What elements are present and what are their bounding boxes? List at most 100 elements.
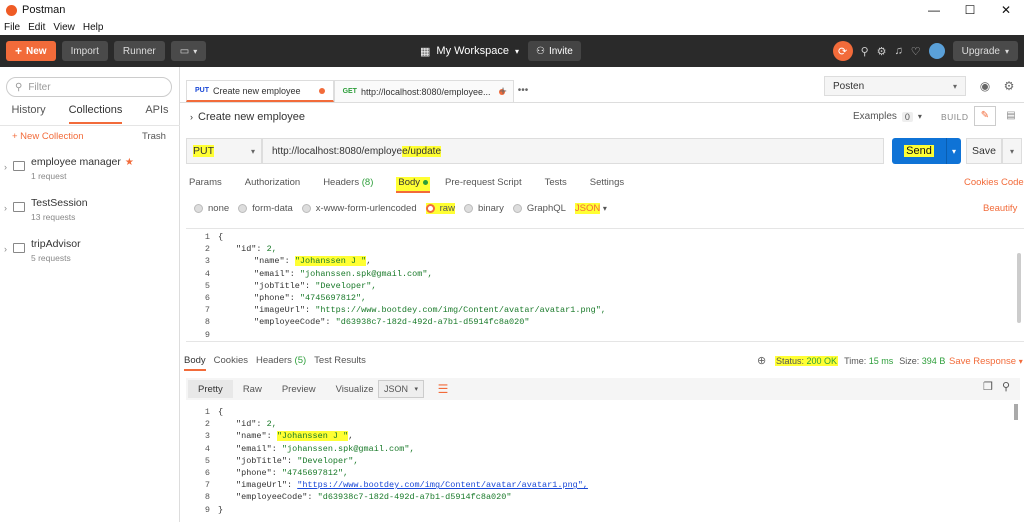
method-value: PUT	[193, 145, 214, 157]
tab-authorization[interactable]: Authorization	[245, 177, 300, 193]
upgrade-button[interactable]: Upgrade ▾	[952, 41, 1018, 61]
settings-icon[interactable]: ⚙	[877, 45, 887, 58]
add-tab-icon[interactable]: +	[493, 80, 513, 102]
beautify-link[interactable]: Beautify	[983, 203, 1017, 214]
search-icon[interactable]: ⚲	[1002, 380, 1010, 393]
headers-count: (8)	[361, 177, 374, 188]
chevron-right-icon[interactable]: ›	[4, 244, 7, 254]
filter-input[interactable]: ⚲ Filter	[6, 77, 172, 97]
environment-select[interactable]: Posten ▾	[824, 76, 966, 96]
tab-headers[interactable]: Headers (8)	[323, 177, 373, 193]
send-options-icon[interactable]: ▾	[946, 138, 961, 164]
radio-icon	[463, 204, 473, 213]
response-format-select[interactable]: JSON ▾	[378, 380, 424, 398]
save-button[interactable]: Save	[966, 138, 1002, 164]
avatar[interactable]	[928, 43, 945, 59]
tab-prerequest-script[interactable]: Pre-request Script	[445, 177, 522, 193]
invite-button[interactable]: ⚇ Invite	[528, 41, 581, 61]
tab-apis[interactable]: APIs	[145, 104, 168, 124]
chevron-right-icon: ›	[190, 112, 193, 122]
more-tabs-icon[interactable]: •••	[513, 80, 533, 102]
tab-params[interactable]: Params	[189, 177, 222, 193]
chevron-right-icon[interactable]: ›	[4, 162, 7, 172]
new-collection-button[interactable]: + New Collection	[12, 131, 84, 142]
code-line: "id": 2,	[236, 244, 277, 255]
globe-icon[interactable]: ⊕	[757, 354, 766, 367]
sync-icon[interactable]: ⟳	[832, 41, 853, 61]
copy-icon[interactable]: ❐	[983, 380, 993, 393]
tab-response-cookies[interactable]: Cookies	[214, 355, 248, 371]
scrollbar[interactable]	[1014, 404, 1018, 420]
tab-body[interactable]: Body	[396, 177, 431, 193]
import-button[interactable]: Import	[61, 41, 108, 61]
line-number: 4	[204, 443, 210, 454]
method-select[interactable]: PUT ▾	[186, 138, 262, 164]
collection-count: 13 requests	[31, 212, 76, 222]
heart-icon[interactable]: ♡	[911, 45, 921, 58]
bell-icon[interactable]: ♫	[895, 45, 903, 57]
view-pretty[interactable]: Pretty	[188, 380, 233, 398]
code-line: {	[218, 232, 224, 242]
new-label: New	[26, 45, 47, 57]
star-icon[interactable]: ★	[125, 157, 134, 168]
request-title[interactable]: › Create new employee	[190, 111, 305, 123]
request-tab-get[interactable]: GET http://localhost:8080/employee...	[333, 80, 514, 102]
save-options-icon[interactable]: ▾	[1002, 138, 1022, 164]
save-response-button[interactable]: Save Response ▾	[949, 356, 1023, 367]
url-input[interactable]: http://localhost:8080/employe e/update	[262, 138, 884, 164]
new-button[interactable]: + New	[6, 41, 56, 61]
gear-icon[interactable]: ⚙	[998, 76, 1020, 96]
tab-collections[interactable]: Collections	[68, 104, 123, 124]
minimize-icon[interactable]: —	[916, 0, 952, 20]
pencil-icon[interactable]: ✎	[974, 106, 996, 126]
radio-form-data[interactable]: form-data	[238, 203, 293, 214]
eye-icon[interactable]: ◉	[974, 76, 996, 96]
view-raw[interactable]: Raw	[233, 380, 272, 398]
menu-help[interactable]: Help	[83, 22, 104, 33]
close-icon[interactable]: ✕	[988, 0, 1024, 20]
radio-none[interactable]: none	[194, 203, 229, 214]
collection-item[interactable]: › tripAdvisor 5 requests	[4, 238, 176, 278]
response-body-viewer[interactable]: 1 {2 "id": 2, 3 "name": "Johanssen J ", 4 "ema…	[186, 404, 1024, 522]
line-number: 3	[204, 431, 210, 442]
radio-raw[interactable]: raw	[425, 203, 455, 214]
code-link[interactable]: Code	[1001, 177, 1024, 188]
radio-graphql[interactable]: GraphQL	[512, 203, 566, 214]
workspace-switcher[interactable]: ▦ My Workspace ▾	[420, 35, 519, 67]
view-visualize[interactable]: Visualize	[326, 380, 384, 398]
chevron-down-icon: ▾	[917, 112, 922, 121]
radio-urlencoded[interactable]: x-www-form-urlencoded	[301, 203, 417, 214]
document-icon[interactable]: ▤	[1002, 106, 1020, 126]
format-select[interactable]: JSON ▾	[574, 203, 607, 214]
tab-tests[interactable]: Tests	[545, 177, 567, 193]
collection-item[interactable]: › employee manager ★ 1 request	[4, 156, 176, 196]
send-button[interactable]: Send	[892, 138, 946, 164]
request-body-editor[interactable]: 1 {2 "id": 2, 3 "name": "Johanssen J ", 4 "ema…	[186, 228, 1024, 342]
examples-dropdown[interactable]: Examples 0 ▾	[853, 111, 922, 122]
runner-button[interactable]: Runner	[113, 41, 165, 61]
scrollbar[interactable]	[1017, 253, 1021, 323]
view-preview[interactable]: Preview	[272, 380, 326, 398]
tab-history[interactable]: History	[11, 104, 45, 124]
satellite-icon[interactable]: ⚲	[861, 45, 869, 58]
chevron-down-icon: ▾	[1004, 46, 1009, 56]
radio-label: form-data	[252, 203, 293, 214]
trash-button[interactable]: Trash	[142, 131, 166, 142]
tab-settings[interactable]: Settings	[590, 177, 624, 193]
json-value: 2,	[266, 244, 277, 255]
build-mode[interactable]: BUILD	[941, 112, 969, 122]
menu-file[interactable]: File	[4, 22, 20, 33]
menu-edit[interactable]: Edit	[28, 22, 45, 33]
tab-test-results[interactable]: Test Results	[314, 355, 366, 371]
new-window-button[interactable]: ▭ ▾	[170, 41, 207, 61]
request-tab-put[interactable]: PUT Create new employee	[186, 80, 334, 102]
radio-binary[interactable]: binary	[463, 203, 504, 214]
wrap-lines-icon[interactable]: ☰	[432, 380, 454, 398]
maximize-icon[interactable]: ☐	[952, 0, 988, 20]
menu-view[interactable]: View	[53, 22, 75, 33]
collection-item[interactable]: › TestSession 13 requests	[4, 197, 176, 237]
tab-response-body[interactable]: Body	[184, 355, 206, 371]
tab-response-headers[interactable]: Headers (5)	[256, 355, 306, 371]
chevron-right-icon[interactable]: ›	[4, 203, 7, 213]
cookies-link[interactable]: Cookies	[964, 177, 998, 188]
